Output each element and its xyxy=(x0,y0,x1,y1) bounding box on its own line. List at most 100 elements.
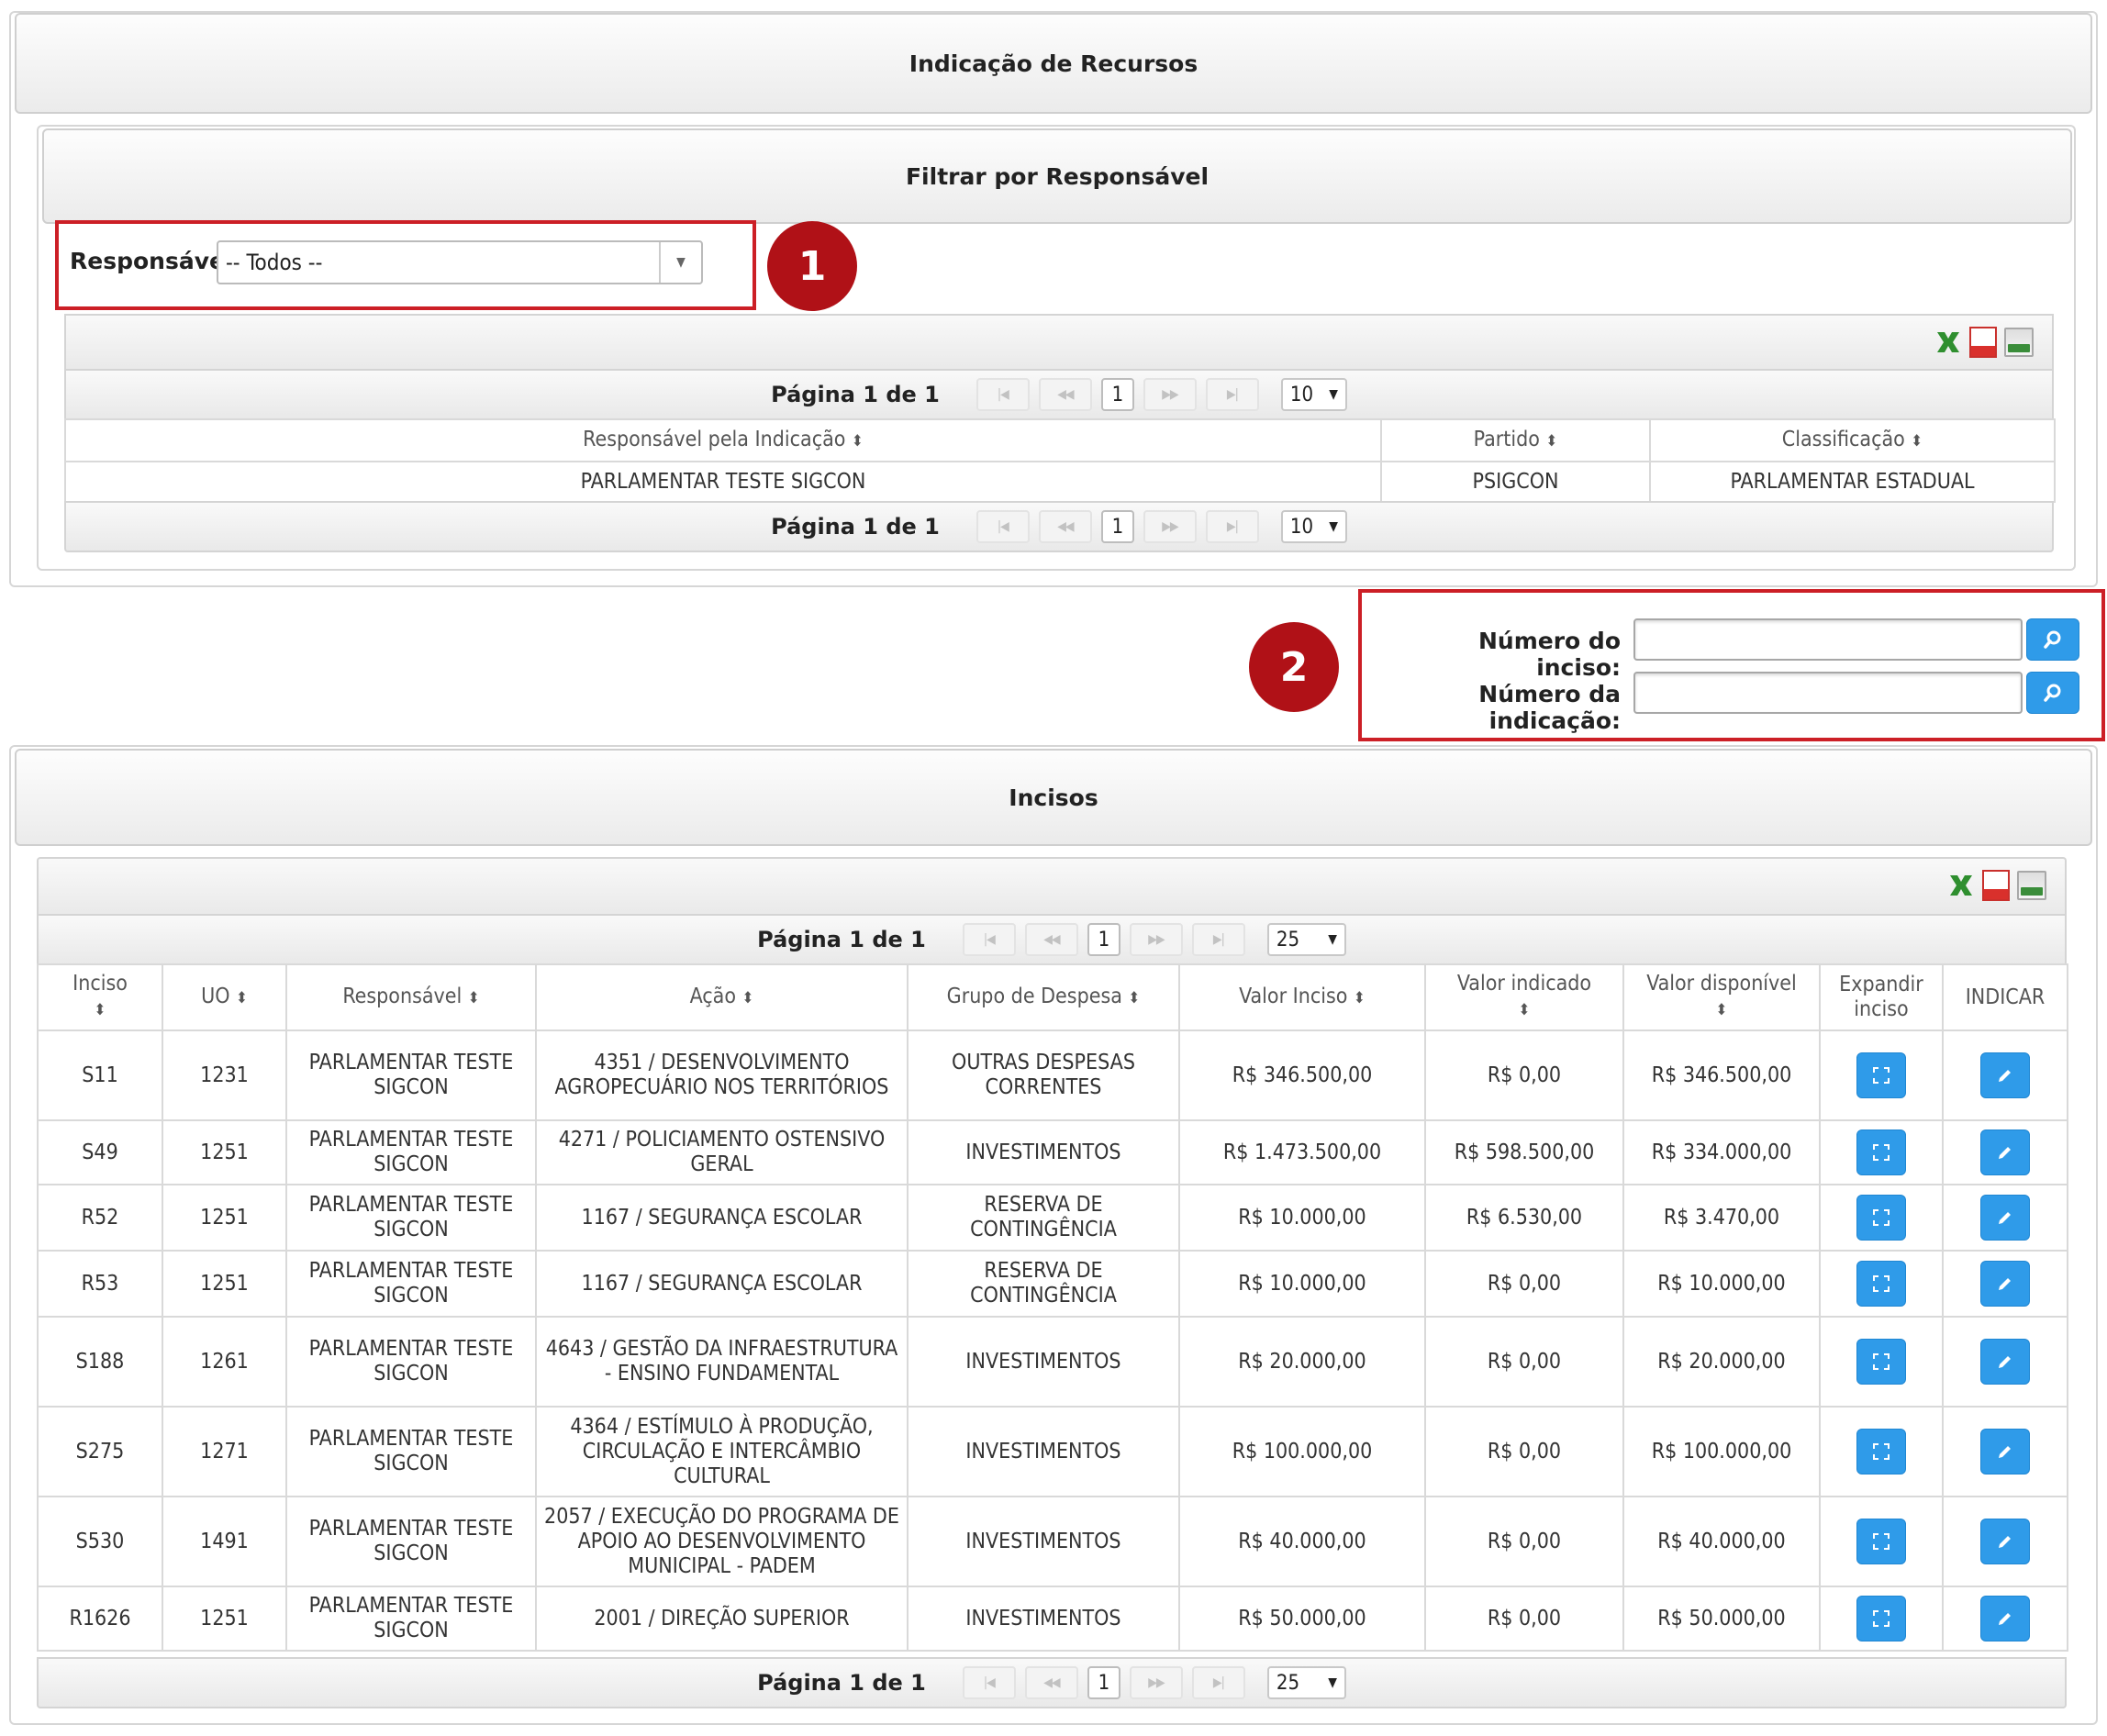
chevron-down-icon[interactable]: ▼ xyxy=(659,242,701,283)
page-info: Página 1 de 1 xyxy=(757,1670,926,1696)
cell-indicar xyxy=(1942,1119,2068,1185)
expand-inciso-button[interactable] xyxy=(1856,1052,1906,1098)
last-page-button[interactable]: ▶| xyxy=(1191,1666,1245,1699)
col-header-inciso[interactable]: Inciso ⬍ xyxy=(37,963,163,1031)
prev-page-button[interactable]: ◀◀ xyxy=(1038,510,1092,543)
next-page-button[interactable]: ▶▶ xyxy=(1143,510,1197,543)
excel-export-icon[interactable] xyxy=(1934,328,1962,356)
step-badge-2: 2 xyxy=(1249,622,1339,712)
col-header-valor-inciso[interactable]: Valor Inciso ⬍ xyxy=(1178,963,1426,1031)
search-indicacao-button[interactable] xyxy=(2026,672,2079,714)
indicar-button[interactable] xyxy=(1980,1195,2030,1241)
last-page-button[interactable]: ▶| xyxy=(1205,378,1259,411)
indicar-button[interactable] xyxy=(1980,1339,2030,1385)
indicar-button[interactable] xyxy=(1980,1130,2030,1175)
cell-valor-indicado: R$ 0,00 xyxy=(1424,1316,1624,1408)
next-page-button[interactable]: ▶▶ xyxy=(1129,1666,1183,1699)
col-header-classificacao[interactable]: Classificação ⬍ xyxy=(1649,418,2056,462)
cell-expandir xyxy=(1819,1316,1944,1408)
prev-page-button[interactable]: ◀◀ xyxy=(1024,923,1078,956)
page-number-button[interactable]: 1 xyxy=(1087,1666,1120,1699)
col-header-responsavel[interactable]: Responsável ⬍ xyxy=(285,963,537,1031)
indicacao-input[interactable] xyxy=(1633,672,2023,714)
responsavel-select[interactable]: -- Todos -- ▼ xyxy=(217,240,703,284)
caret-down-icon: ▼ xyxy=(1328,932,1337,947)
first-page-button[interactable]: |◀ xyxy=(962,923,1016,956)
cell-uo: 1231 xyxy=(162,1029,287,1121)
col-header-uo[interactable]: UO ⬍ xyxy=(162,963,287,1031)
cell-valor-inciso: R$ 40.000,00 xyxy=(1178,1496,1426,1587)
rows-per-page-select[interactable]: 25 ▼ xyxy=(1266,923,1346,956)
table-row: S11 1231 PARLAMENTAR TESTE SIGCON 4351 / DE… xyxy=(37,1029,2068,1121)
responsavel-select-value: -- Todos -- xyxy=(226,250,323,275)
sort-icon: ⬍ xyxy=(1354,988,1366,1007)
col-header-responsavel[interactable]: Responsável pela Indicação ⬍ xyxy=(64,418,1382,462)
prev-page-button[interactable]: ◀◀ xyxy=(1024,1666,1078,1699)
cell-inciso: R1626 xyxy=(37,1586,163,1652)
cell-valor-indicado: R$ 598.500,00 xyxy=(1424,1119,1624,1185)
cell-expandir xyxy=(1819,1029,1944,1121)
rows-per-page-value: 10 xyxy=(1289,383,1314,406)
page-info: Página 1 de 1 xyxy=(757,927,926,952)
col-header-acao[interactable]: Ação ⬍ xyxy=(535,963,909,1031)
pencil-icon xyxy=(1999,1356,2011,1368)
next-page-button[interactable]: ▶▶ xyxy=(1129,923,1183,956)
col-header-valor-disponivel[interactable]: Valor disponível ⬍ xyxy=(1622,963,1821,1031)
col-header-label: Ação xyxy=(689,984,737,1008)
expand-icon xyxy=(1873,1067,1890,1084)
cell-indicar xyxy=(1942,1029,2068,1121)
cell-indicar xyxy=(1942,1496,2068,1587)
expand-inciso-button[interactable] xyxy=(1856,1130,1906,1175)
indicar-button[interactable] xyxy=(1980,1052,2030,1098)
indicar-button[interactable] xyxy=(1980,1429,2030,1474)
cell-expandir xyxy=(1819,1496,1944,1587)
first-page-button[interactable]: |◀ xyxy=(975,378,1030,411)
cell-responsavel: PARLAMENTAR TESTE SIGCON xyxy=(285,1406,537,1497)
expand-icon xyxy=(1873,1443,1890,1460)
excel-export-icon[interactable] xyxy=(1947,872,1975,899)
cell-inciso: R52 xyxy=(37,1184,163,1252)
indicar-button[interactable] xyxy=(1980,1261,2030,1307)
col-header-expandir: Expandir inciso xyxy=(1819,963,1944,1031)
cell-inciso: S11 xyxy=(37,1029,163,1121)
pdf-export-icon[interactable] xyxy=(1969,327,1997,358)
prev-page-button[interactable]: ◀◀ xyxy=(1038,378,1092,411)
sort-icon: ⬍ xyxy=(1715,1001,1728,1019)
sort-icon: ⬍ xyxy=(236,988,248,1007)
col-header-valor-indicado[interactable]: Valor indicado ⬍ xyxy=(1424,963,1624,1031)
csv-export-icon[interactable] xyxy=(2017,871,2046,900)
page-number-button[interactable]: 1 xyxy=(1100,378,1134,411)
rows-per-page-select[interactable]: 10 ▼ xyxy=(1280,378,1347,411)
rows-per-page-value: 25 xyxy=(1276,928,1300,951)
expand-inciso-button[interactable] xyxy=(1856,1261,1906,1307)
expand-inciso-button[interactable] xyxy=(1856,1339,1906,1385)
expand-inciso-button[interactable] xyxy=(1856,1596,1906,1641)
col-header-grupo-despesa[interactable]: Grupo de Despesa ⬍ xyxy=(907,963,1180,1031)
inciso-input[interactable] xyxy=(1633,618,2023,661)
cell-responsavel: PARLAMENTAR TESTE SIGCON xyxy=(285,1496,537,1587)
col-header-partido[interactable]: Partido ⬍ xyxy=(1380,418,1651,462)
rows-per-page-select[interactable]: 10 ▼ xyxy=(1280,510,1347,543)
first-page-button[interactable]: |◀ xyxy=(975,510,1030,543)
expand-inciso-button[interactable] xyxy=(1856,1519,1906,1564)
cell-partido: PSIGCON xyxy=(1380,461,1651,503)
search-inciso-button[interactable] xyxy=(2026,618,2079,661)
cell-grupo-despesa: INVESTIMENTOS xyxy=(907,1316,1180,1408)
cell-indicar xyxy=(1942,1250,2068,1318)
pdf-export-icon[interactable] xyxy=(1982,870,2010,901)
cell-valor-indicado: R$ 0,00 xyxy=(1424,1496,1624,1587)
expand-inciso-button[interactable] xyxy=(1856,1195,1906,1241)
first-page-button[interactable]: |◀ xyxy=(962,1666,1016,1699)
expand-inciso-button[interactable] xyxy=(1856,1429,1906,1474)
indicar-button[interactable] xyxy=(1980,1596,2030,1641)
cell-expandir xyxy=(1819,1406,1944,1497)
last-page-button[interactable]: ▶| xyxy=(1191,923,1245,956)
rows-per-page-select[interactable]: 25 ▼ xyxy=(1266,1666,1346,1699)
last-page-button[interactable]: ▶| xyxy=(1205,510,1259,543)
page-number-button[interactable]: 1 xyxy=(1100,510,1134,543)
next-page-button[interactable]: ▶▶ xyxy=(1143,378,1197,411)
csv-export-icon[interactable] xyxy=(2004,328,2034,357)
page-number-button[interactable]: 1 xyxy=(1087,923,1120,956)
indicar-button[interactable] xyxy=(1980,1519,2030,1564)
table-row[interactable]: PARLAMENTAR TESTE SIGCON PSIGCON PARLAME… xyxy=(64,461,2056,503)
